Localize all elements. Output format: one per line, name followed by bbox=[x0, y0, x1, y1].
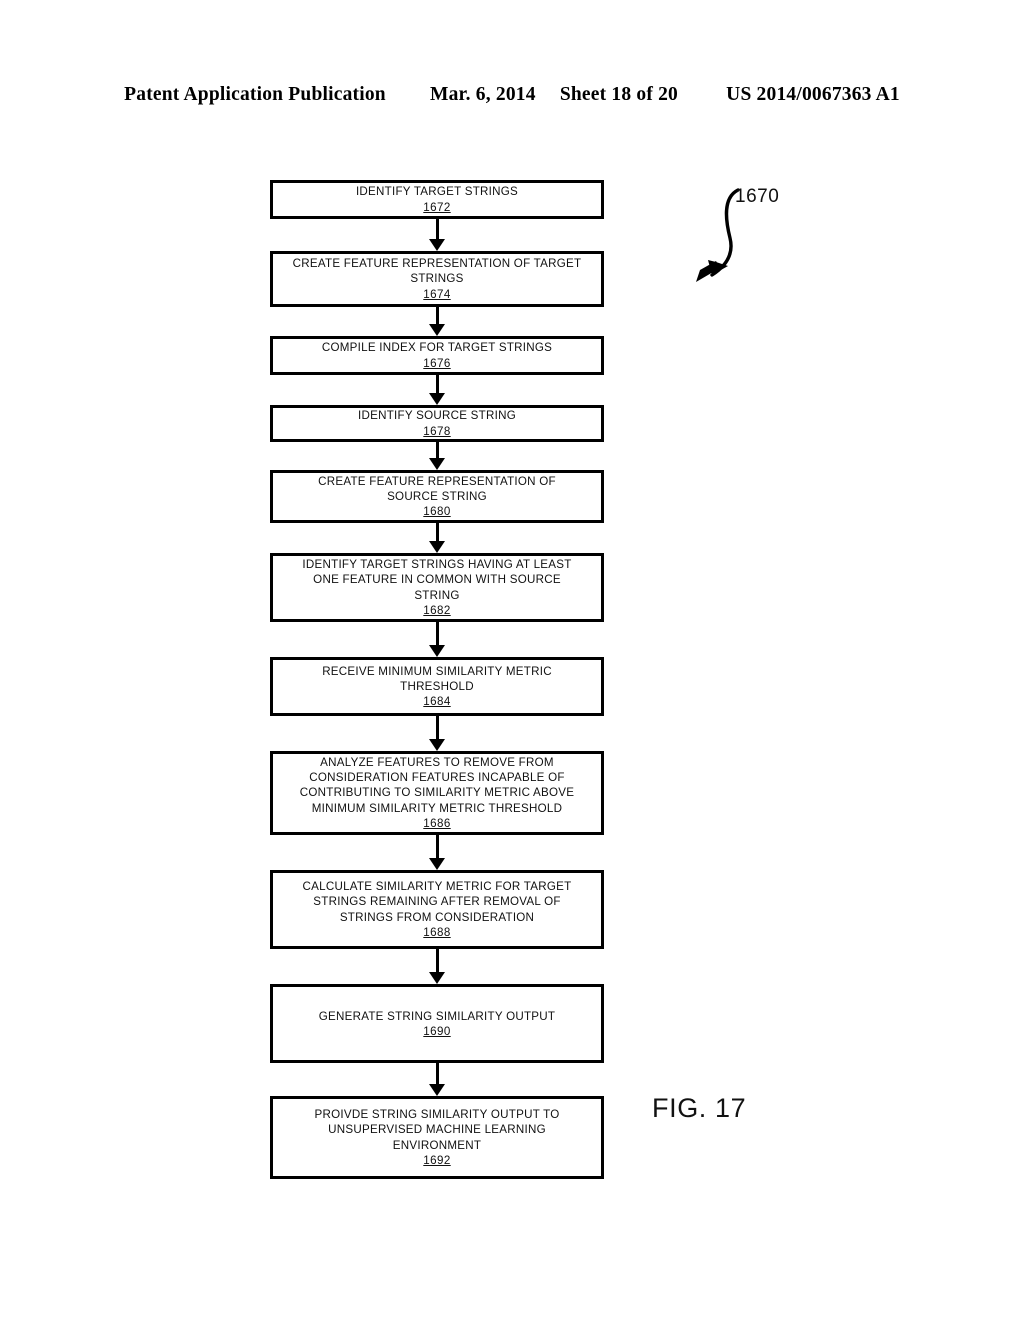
flowchart-1670: IDENTIFY TARGET STRINGS 1672 CREATE FEAT… bbox=[0, 0, 1024, 1320]
arrowhead-1682-1684 bbox=[429, 645, 445, 657]
flow-node-1692-text: PROIVDE STRING SIMILARITY OUTPUT TO UNSU… bbox=[314, 1108, 560, 1152]
arrowhead-1686-1688 bbox=[429, 858, 445, 870]
flow-node-1680-text: CREATE FEATURE REPRESENTATION OF SOURCE … bbox=[318, 474, 556, 503]
flow-node-1690-ref: 1690 bbox=[423, 1025, 451, 1039]
flow-node-1688-text: CALCULATE SIMILARITY METRIC FOR TARGET S… bbox=[302, 880, 572, 924]
flow-node-1678-ref: 1678 bbox=[423, 424, 451, 438]
flow-node-1684: RECEIVE MINIMUM SIMILARITY METRIC THRESH… bbox=[270, 657, 604, 716]
flow-node-1686-ref: 1686 bbox=[423, 816, 451, 830]
flow-node-1676-ref: 1676 bbox=[423, 356, 451, 370]
flow-node-1674-ref: 1674 bbox=[423, 287, 451, 301]
arrowhead-1688-1690 bbox=[429, 972, 445, 984]
connector-1672-1674 bbox=[436, 219, 439, 241]
flow-node-1682-ref: 1682 bbox=[423, 603, 451, 617]
arrowhead-1690-1692 bbox=[429, 1084, 445, 1096]
flow-node-1684-ref: 1684 bbox=[423, 695, 451, 709]
flow-node-1692: PROIVDE STRING SIMILARITY OUTPUT TO UNSU… bbox=[270, 1096, 604, 1179]
connector-1678-1680 bbox=[436, 442, 439, 459]
connector-1686-1688 bbox=[436, 835, 439, 860]
connector-1676-1678 bbox=[436, 375, 439, 394]
flow-node-1686-text: ANALYZE FEATURES TO REMOVE FROM CONSIDER… bbox=[299, 755, 575, 815]
flow-node-1678: IDENTIFY SOURCE STRING 1678 bbox=[270, 405, 604, 442]
flow-node-1672-ref: 1672 bbox=[423, 200, 451, 214]
callout-ref-1670: 1670 bbox=[735, 186, 780, 207]
arrowhead-1684-1686 bbox=[429, 739, 445, 751]
arrowhead-1672-1674 bbox=[429, 239, 445, 251]
arrowhead-1680-1682 bbox=[429, 541, 445, 553]
flow-node-1682-text: IDENTIFY TARGET STRINGS HAVING AT LEAST … bbox=[302, 558, 572, 602]
flow-node-1676-text: COMPILE INDEX FOR TARGET STRINGS bbox=[321, 341, 553, 355]
flow-node-1690: GENERATE STRING SIMILARITY OUTPUT 1690 bbox=[270, 984, 604, 1063]
flow-node-1682: IDENTIFY TARGET STRINGS HAVING AT LEAST … bbox=[270, 553, 604, 622]
flow-node-1678-text: IDENTIFY SOURCE STRING bbox=[358, 409, 516, 423]
figure-label: FIG. 17 bbox=[652, 1093, 747, 1123]
flow-node-1688-ref: 1688 bbox=[423, 925, 451, 939]
flow-node-1692-ref: 1692 bbox=[423, 1153, 451, 1167]
flow-node-1686: ANALYZE FEATURES TO REMOVE FROM CONSIDER… bbox=[270, 751, 604, 835]
flow-node-1680: CREATE FEATURE REPRESENTATION OF SOURCE … bbox=[270, 470, 604, 523]
arrowhead-1678-1680 bbox=[429, 458, 445, 470]
flow-node-1674-text: CREATE FEATURE REPRESENTATION OF TARGET … bbox=[292, 257, 582, 286]
flow-node-1676: COMPILE INDEX FOR TARGET STRINGS 1676 bbox=[270, 336, 604, 375]
flow-node-1680-ref: 1680 bbox=[423, 505, 451, 519]
flow-node-1672-text: IDENTIFY TARGET STRINGS bbox=[355, 185, 519, 199]
flow-node-1672: IDENTIFY TARGET STRINGS 1672 bbox=[270, 180, 604, 219]
flow-node-1674: CREATE FEATURE REPRESENTATION OF TARGET … bbox=[270, 251, 604, 307]
flow-node-1684-text: RECEIVE MINIMUM SIMILARITY METRIC THRESH… bbox=[322, 664, 552, 693]
flow-node-1690-text: GENERATE STRING SIMILARITY OUTPUT bbox=[318, 1010, 556, 1023]
flow-node-1688: CALCULATE SIMILARITY METRIC FOR TARGET S… bbox=[270, 870, 604, 949]
connector-1684-1686 bbox=[436, 716, 439, 741]
connector-1682-1684 bbox=[436, 622, 439, 647]
arrowhead-1676-1678 bbox=[429, 393, 445, 405]
arrowhead-1674-1676 bbox=[429, 324, 445, 336]
